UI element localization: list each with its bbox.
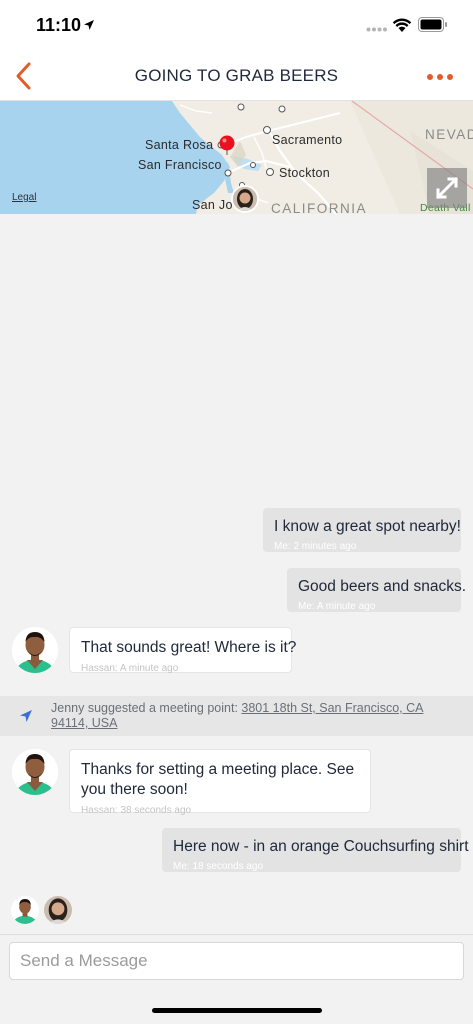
- map-label-san-francisco: San Francisco: [138, 158, 222, 172]
- message-text: Here now - in an orange Couchsurfing shi…: [173, 838, 469, 855]
- outgoing-message[interactable]: I know a great spot nearby! Me: 2 minute…: [263, 508, 461, 552]
- status-time: 11:10: [36, 15, 82, 35]
- message-meta: Me: 18 seconds ago: [173, 861, 264, 872]
- location-arrow-icon: [20, 710, 32, 722]
- message-text: I know a great spot nearby!: [274, 518, 461, 535]
- incoming-message[interactable]: That sounds great! Where is it? Hassan: …: [69, 627, 297, 674]
- meeting-point-suggestion: Jenny suggested a meeting point: 3801 18…: [0, 696, 473, 736]
- jenny-read-receipt-avatar: [44, 896, 72, 924]
- message-meta: Me: 2 minutes ago: [274, 541, 357, 552]
- outgoing-message[interactable]: Here now - in an orange Couchsurfing shi…: [162, 828, 469, 872]
- message-input[interactable]: [9, 942, 464, 980]
- jenny-map-avatar[interactable]: [231, 185, 259, 213]
- map-legal-link[interactable]: Legal: [12, 192, 36, 203]
- conversation-title: GOING TO GRAB BEERS: [134, 66, 339, 85]
- jenny-avatar-image: [233, 187, 257, 211]
- outgoing-message[interactable]: Good beers and snacks. Me: A minute ago: [287, 568, 467, 612]
- message-text: Good beers and snacks.: [298, 578, 467, 595]
- meeting-map[interactable]: Santa Rosa Sacramento NEVAD San Francisc…: [0, 101, 473, 214]
- hassan-avatar[interactable]: [12, 627, 58, 673]
- hassan-avatar-image: [12, 749, 58, 795]
- chevron-left-icon: [16, 62, 31, 90]
- battery-icon: [418, 17, 447, 32]
- map-label-nevada: NEVAD: [425, 127, 473, 142]
- message-meta: Hassan: A minute ago: [81, 663, 179, 674]
- hassan-avatar-image: [11, 896, 39, 924]
- map-label-sacramento: Sacramento: [272, 133, 343, 147]
- more-dot: [427, 74, 433, 80]
- more-options-button[interactable]: [425, 64, 455, 88]
- map-label-stockton: Stockton: [279, 166, 331, 180]
- map-label-california: CALIFORNIA: [271, 201, 368, 214]
- cellular-signal-icon: [366, 27, 387, 32]
- message-text: That sounds great! Where is it?: [81, 639, 297, 656]
- more-dot: [437, 74, 443, 80]
- jenny-avatar-image: [44, 896, 72, 924]
- suggestion-text: Jenny suggested a meeting point: 3801 18…: [51, 701, 453, 731]
- hassan-avatar-image: [12, 627, 58, 673]
- hassan-avatar[interactable]: [12, 749, 58, 795]
- expand-map-button[interactable]: [427, 168, 467, 208]
- expand-icon: [435, 176, 459, 200]
- suggestion-prefix: Jenny suggested a meeting point:: [51, 701, 242, 715]
- message-meta: Hassan: 38 seconds ago: [81, 805, 192, 816]
- incoming-message[interactable]: Thanks for setting a meeting place. See …: [69, 749, 371, 816]
- navigation-bar: GOING TO GRAB BEERS: [0, 52, 473, 101]
- status-bar: 11:10: [0, 0, 473, 52]
- home-indicator[interactable]: [152, 1008, 322, 1013]
- message-text: Thanks for setting a meeting place. See …: [81, 761, 355, 798]
- message-meta: Me: A minute ago: [298, 601, 376, 612]
- map-label-san-jose: San Jo: [192, 198, 233, 212]
- wifi-icon: [392, 18, 412, 32]
- back-button[interactable]: [10, 60, 40, 92]
- hassan-read-receipt-avatar: [11, 896, 39, 924]
- map-label-santa-rosa: Santa Rosa: [145, 138, 214, 152]
- more-dot: [447, 74, 453, 80]
- location-services-icon: [84, 20, 94, 30]
